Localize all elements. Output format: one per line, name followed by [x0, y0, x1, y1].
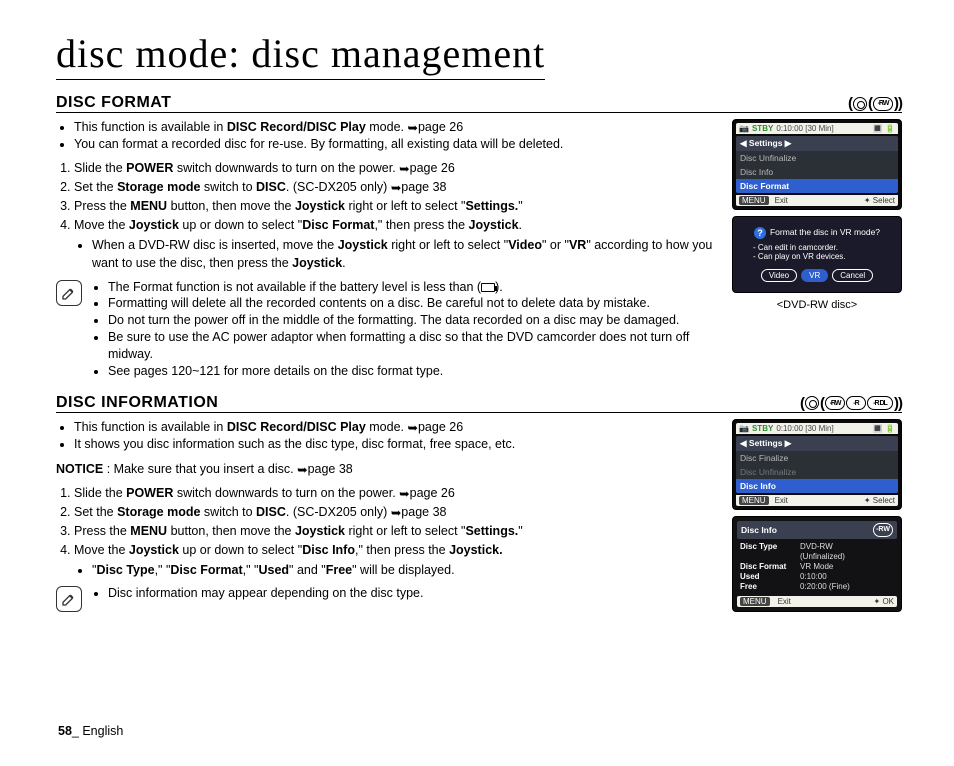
- page-footer: 58_ English: [58, 724, 123, 738]
- pageref-arrow-icon: ➥: [407, 120, 417, 137]
- section-1-title: DISC FORMAT: [56, 94, 171, 112]
- question-icon: ?: [754, 227, 766, 239]
- dialog-btn-video[interactable]: Video: [761, 269, 797, 282]
- section-2-steps: Slide the POWER switch downwards to turn…: [56, 484, 720, 580]
- section-1-intro: This function is available in DISC Recor…: [56, 119, 720, 153]
- section-2-note: Disc information may appear depending on…: [56, 585, 720, 612]
- page-title: disc mode: disc management: [56, 30, 545, 80]
- dialog-caption: <DVD-RW disc>: [777, 299, 857, 311]
- disc-generic-icon: [853, 97, 867, 111]
- cam-screen-settings-format: 📷STBY0:10:00 [30 Min]🔳 🔋 ◀ Settings ▶ Di…: [732, 119, 902, 210]
- dialog-btn-vr[interactable]: VR: [801, 269, 828, 282]
- disc-rw-icon: -RW: [873, 97, 893, 111]
- pencil-note-icon: [56, 280, 82, 306]
- section-2-title: DISC INFORMATION: [56, 394, 218, 412]
- notice-line: NOTICE : Make sure that you insert a dis…: [56, 461, 720, 476]
- battery-icon: [481, 283, 495, 292]
- camcorder-icon: 📷: [739, 124, 749, 133]
- section-1-header: DISC FORMAT ((-RW)): [56, 94, 902, 113]
- section-2-intro: This function is available in DISC Recor…: [56, 419, 720, 453]
- pencil-note-icon: [56, 586, 82, 612]
- dialog-btn-cancel[interactable]: Cancel: [832, 269, 873, 282]
- cam-screen-settings-info: 📷STBY0:10:00 [30 Min]🔳 🔋 ◀ Settings ▶ Di…: [732, 419, 902, 510]
- disc-generic-icon: [805, 396, 819, 410]
- section-2-icons: ((-RW -R -R DL)): [800, 395, 902, 412]
- section-1-steps: Slide the POWER switch downwards to turn…: [56, 159, 720, 273]
- disc-rdl-icon: -R DL: [867, 396, 893, 410]
- section-2-header: DISC INFORMATION ((-RW -R -R DL)): [56, 394, 902, 413]
- cam-dialog-format-vr: ?Format the disc in VR mode? - Can edit …: [732, 216, 902, 293]
- section-1-icons: ((-RW)): [848, 95, 902, 112]
- disc-r-icon: -R: [846, 396, 866, 410]
- cam-screen-disc-info: Disc Info-RW Disc TypeDVD-RW (Unfinalize…: [732, 516, 902, 612]
- section-1-notes: The Format function is not available if …: [56, 279, 720, 380]
- disc-rw-icon: -RW: [825, 396, 845, 410]
